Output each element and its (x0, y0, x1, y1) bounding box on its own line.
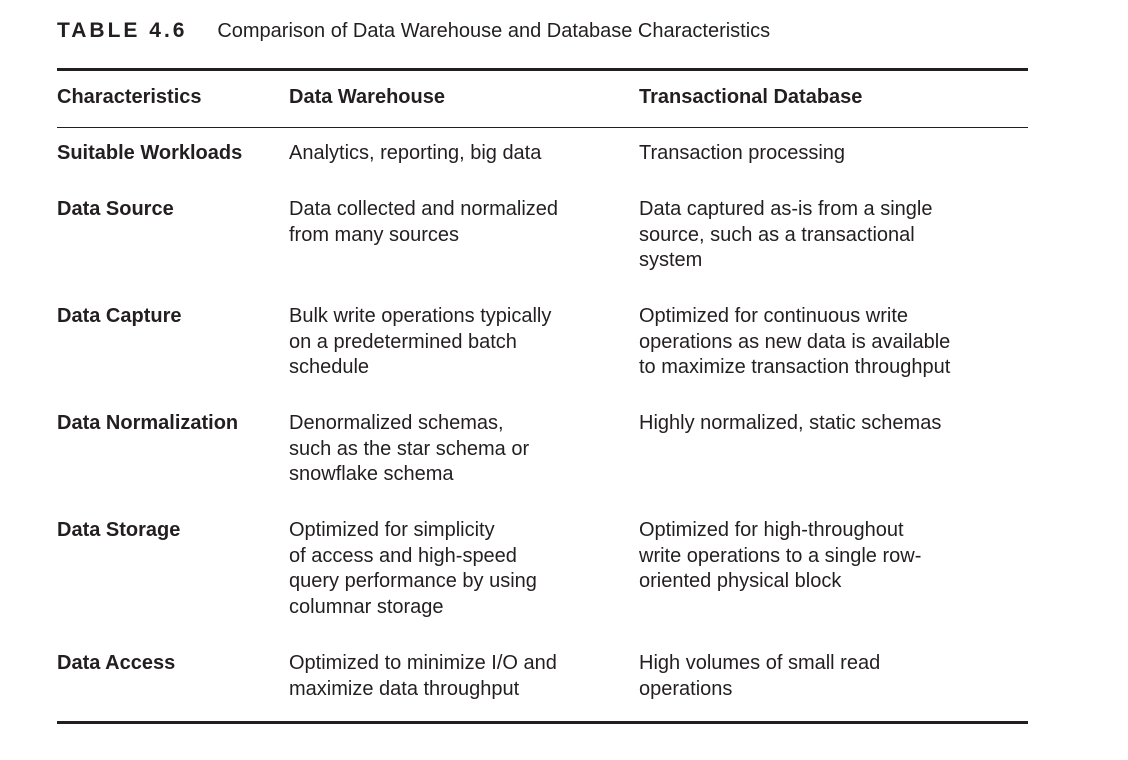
cell-line: columnar storage (289, 595, 444, 618)
cell-line: Optimized for simplicity (289, 519, 495, 541)
cell-line: Optimized for continuous write (639, 305, 909, 327)
cell-line: such as the star schema or (289, 437, 530, 460)
row-label: Data Capture (57, 305, 182, 327)
row-label: Data Storage (57, 519, 181, 541)
row-label: Data Source (57, 198, 174, 220)
data-warehouse-cell: Analytics, reporting, big data (289, 141, 541, 167)
cell-line: on a predetermined batch (289, 330, 517, 353)
data-warehouse-cell: Denormalized schemas, such as the star s… (289, 411, 529, 488)
cell-line: High volumes of small read (639, 652, 881, 674)
cell-line: to maximize transaction throughput (639, 356, 951, 378)
transactional-database-cell: Optimized for high-throughout write oper… (639, 518, 921, 595)
cell-line: source, such as a transactional (639, 223, 915, 246)
header-transactional-database: Transactional Database (639, 86, 863, 108)
data-warehouse-cell: Optimized to minimize I/O and maximize d… (289, 651, 557, 702)
table-header-rule (57, 127, 1028, 128)
row-label: Suitable Workloads (57, 142, 243, 164)
transactional-database-cell: Data captured as-is from a single source… (639, 197, 932, 274)
cell-line: Data captured as-is from a single (639, 198, 933, 220)
cell-line: Transaction processing (639, 142, 846, 164)
header-data-warehouse: Data Warehouse (289, 86, 445, 108)
cell-line: maximize data throughput (289, 677, 520, 700)
cell-line: Optimized for high-throughout (639, 519, 904, 541)
table-title: Comparison of Data Warehouse and Databas… (217, 20, 771, 42)
cell-line: operations as new data is available (639, 330, 951, 353)
data-warehouse-cell: Data collected and normalized from many … (289, 197, 558, 248)
cell-line: oriented physical block (639, 570, 842, 592)
transactional-database-cell: Transaction processing (639, 141, 845, 167)
table-bottom-rule (57, 721, 1028, 724)
transactional-database-cell: Optimized for continuous write operation… (639, 304, 950, 381)
table-caption: TABLE 4.6 Comparison of Data Warehouse a… (57, 17, 770, 45)
transactional-database-cell: Highly normalized, static schemas (639, 411, 941, 437)
cell-line: write operations to a single row- (639, 544, 922, 567)
cell-line: Highly normalized, static schemas (639, 412, 942, 434)
header-characteristics: Characteristics (57, 86, 202, 108)
transactional-database-cell: High volumes of small read operations (639, 651, 880, 702)
cell-line: of access and high-speed (289, 544, 517, 567)
cell-line: query performance by using (289, 570, 537, 592)
data-warehouse-cell: Optimized for simplicity of access and h… (289, 518, 537, 620)
cell-line: Data collected and normalized (289, 198, 559, 220)
cell-line: schedule (289, 356, 370, 378)
cell-line: system (639, 249, 703, 271)
table-top-rule (57, 68, 1028, 71)
cell-line: Bulk write operations typically (289, 305, 552, 327)
table-label: TABLE 4.6 (57, 19, 188, 42)
cell-line: Optimized to minimize I/O and (289, 652, 557, 674)
data-warehouse-cell: Bulk write operations typically on a pre… (289, 304, 551, 381)
row-label: Data Normalization (57, 412, 239, 434)
cell-line: operations (639, 677, 733, 700)
cell-line: Denormalized schemas, (289, 412, 504, 434)
cell-line: from many sources (289, 223, 460, 246)
cell-line: snowflake schema (289, 463, 454, 485)
cell-line: Analytics, reporting, big data (289, 142, 542, 164)
row-label: Data Access (57, 652, 176, 674)
